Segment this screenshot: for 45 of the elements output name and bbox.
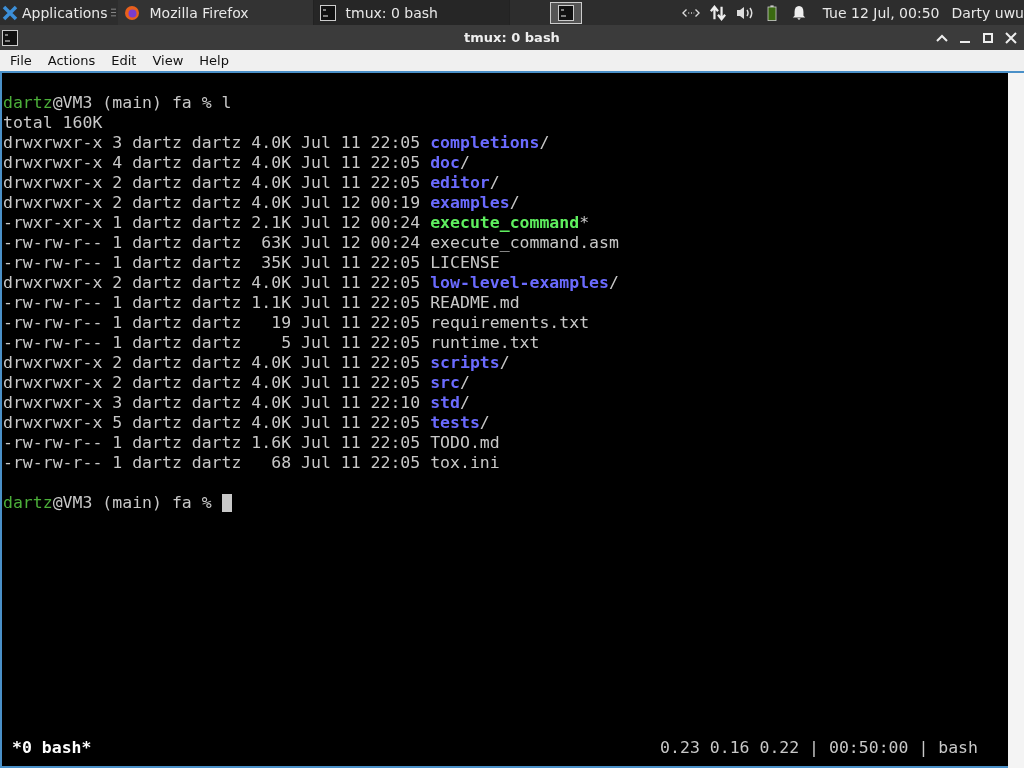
x-logo-icon — [2, 4, 18, 21]
tmux-status-info: 0.23 0.16 0.22 | 00:50:00 | bash — [660, 737, 978, 757]
prompt-line: dartz@VM3 (main) fa % l — [3, 93, 232, 113]
listing-line: drwxrwxr-x 2 dartz dartz 4.0K Jul 11 22:05 editor/ — [3, 173, 500, 193]
listing-line: -rw-rw-r-- 1 dartz dartz 1.1K Jul 11 22:05 README.md — [3, 293, 520, 313]
scrollbar[interactable] — [1008, 73, 1024, 768]
listing-line: drwxrwxr-x 5 dartz dartz 4.0K Jul 11 22:05 tests/ — [3, 413, 490, 433]
clock[interactable]: Tue 12 Jul, 00:50 — [822, 4, 940, 21]
taskbar-button[interactable]: Mozilla Firefox — [117, 0, 314, 25]
applications-menu-button[interactable]: Applications — [0, 0, 110, 25]
menu-item[interactable]: Help — [191, 53, 237, 68]
listing-line: -rw-rw-r-- 1 dartz dartz 35K Jul 11 22:05 LICENSE — [3, 253, 500, 273]
volume-icon[interactable] — [735, 4, 754, 21]
listing-line: -rw-rw-r-- 1 dartz dartz 5 Jul 11 22:05 runtime.txt — [3, 333, 540, 353]
transfer-arrows-icon[interactable] — [708, 4, 727, 21]
terminal-icon — [319, 4, 336, 21]
window-title: tmux: 0 bash — [464, 30, 560, 45]
listing-line: -rw-rw-r-- 1 dartz dartz 19 Jul 11 22:05 requirements.txt — [3, 313, 590, 333]
listing-line: drwxrwxr-x 4 dartz dartz 4.0K Jul 11 22:05 doc/ — [3, 153, 470, 173]
terminal-icon — [2, 29, 18, 46]
listing-line: drwxrwxr-x 2 dartz dartz 4.0K Jul 11 22:05 scripts/ — [3, 353, 510, 373]
listing-line: -rw-rw-r-- 1 dartz dartz 68 Jul 11 22:05 tox.ini — [3, 453, 500, 473]
terminal-icon — [557, 4, 574, 21]
tmux-window-label: *0 bash* — [12, 737, 92, 757]
output-line: total 160K — [3, 113, 103, 133]
menu-item[interactable]: Actions — [39, 53, 104, 68]
listing-line: drwxrwxr-x 2 dartz dartz 4.0K Jul 11 22:05 src/ — [3, 373, 470, 393]
user-name[interactable]: Darty uwu — [951, 4, 1024, 21]
taskbar-button[interactable]: tmux: 0 bash — [313, 0, 510, 25]
browser-icon — [123, 4, 140, 21]
prompt-line: dartz@VM3 (main) fa % — [3, 493, 213, 513]
listing-line: drwxrwxr-x 3 dartz dartz 4.0K Jul 11 22:10 std/ — [3, 393, 470, 413]
menu-item[interactable]: Edit — [103, 53, 145, 68]
close-button[interactable] — [1004, 30, 1018, 45]
maximize-button[interactable] — [981, 30, 995, 45]
listing-line: -rw-rw-r-- 1 dartz dartz 63K Jul 12 00:24 execute_command.asm — [3, 233, 619, 253]
panel-handle-icon — [110, 7, 116, 18]
menu-item[interactable]: File — [2, 53, 40, 68]
listing-line: drwxrwxr-x 3 dartz dartz 4.0K Jul 11 22:05 completions/ — [3, 133, 550, 153]
listing-line: drwxrwxr-x 2 dartz dartz 4.0K Jul 11 22:05 low-level-examples/ — [3, 273, 619, 293]
listing-line: -rwxr-xr-x 1 dartz dartz 2.1K Jul 12 00:24 execute_command* — [3, 213, 590, 233]
workspace-switcher[interactable] — [549, 1, 582, 24]
listing-line: -rw-rw-r-- 1 dartz dartz 1.6K Jul 11 22:05 TODO.md — [3, 433, 500, 453]
menu-item[interactable]: View — [144, 53, 192, 68]
listing-line: drwxrwxr-x 2 dartz dartz 4.0K Jul 12 00:19 examples/ — [3, 193, 520, 213]
